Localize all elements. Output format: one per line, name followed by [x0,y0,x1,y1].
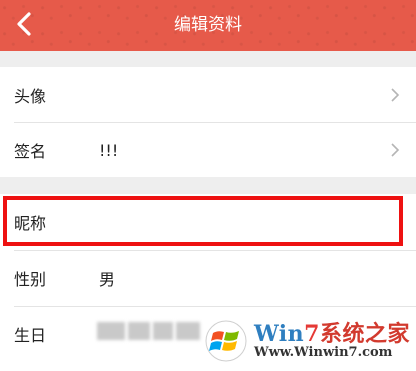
profile-group-primary: 头像 签名 !!! [0,67,416,177]
watermark-url: Www.Winwin7.com [253,344,393,360]
windows-logo-icon [205,320,247,362]
watermark-text: Win7系统之家 Www.Winwin7.com [253,320,410,360]
header-bar: 编辑资料 [0,0,416,51]
watermark-brand: Win7系统之家 [253,320,410,347]
page-title: 编辑资料 [174,15,242,35]
watermark-brand-prefix: Win [253,320,305,347]
watermark-brand-suffix: 系统之家 [319,321,410,347]
chevron-right-icon [391,143,400,157]
nickname-highlight-box [3,196,403,246]
avatar-label: 头像 [14,87,47,106]
birthday-label: 生日 [14,326,47,345]
gender-row[interactable]: 性别 男 [0,250,416,306]
signature-label: 签名 [14,142,47,161]
gender-label: 性别 [14,270,47,289]
birthday-value-blurred [97,322,200,340]
edit-profile-screen: 编辑资料 头像 签名 !!! 昵称 性别 男 生日 Win7系统之家 Www.W… [0,0,416,371]
signature-value: !!! [99,140,119,160]
signature-row[interactable]: 签名 !!! [0,122,416,178]
watermark: Win7系统之家 Www.Winwin7.com [204,319,410,363]
avatar-row[interactable]: 头像 [0,67,416,123]
chevron-right-icon [391,88,400,102]
gender-value: 男 [99,270,116,289]
watermark-brand-seven: 7 [304,320,320,347]
